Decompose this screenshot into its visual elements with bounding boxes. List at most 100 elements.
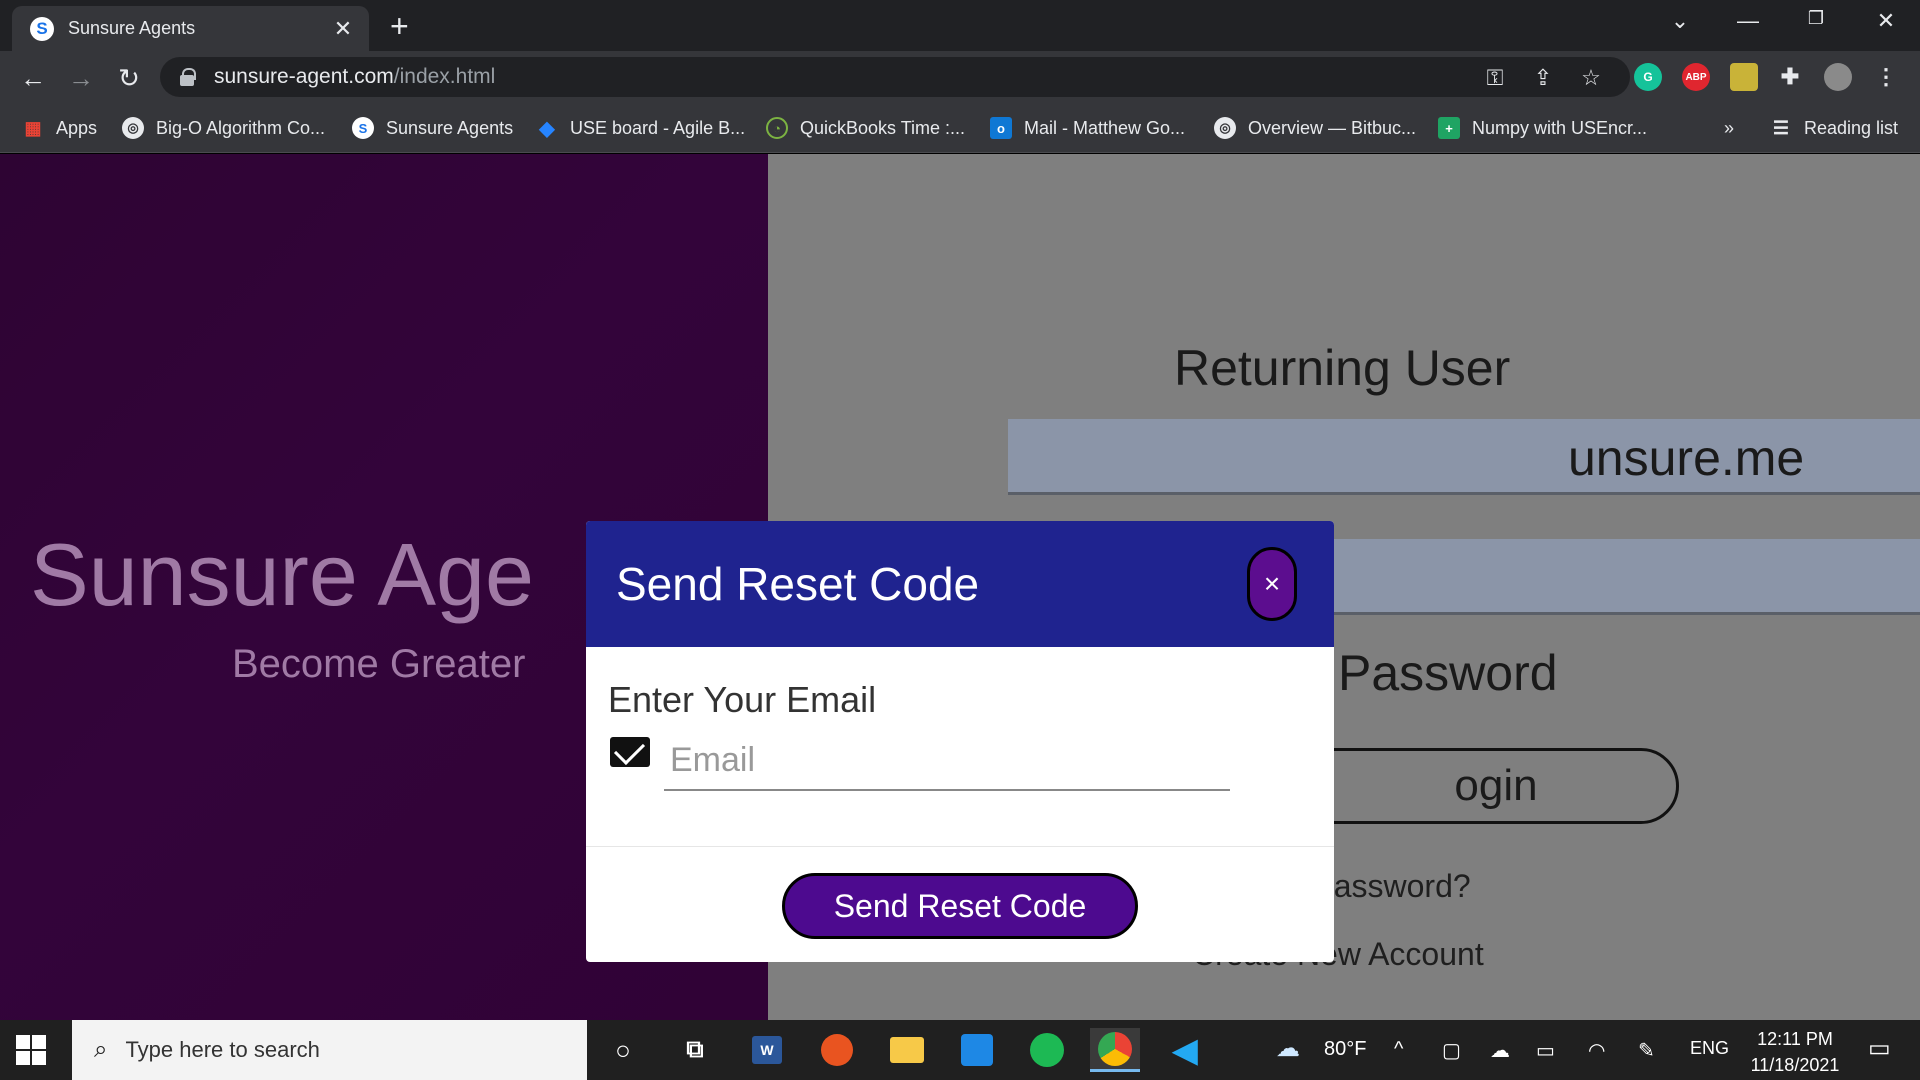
- browser-tab[interactable]: S Sunsure Agents ✕: [12, 6, 369, 51]
- extensions-puzzle-icon[interactable]: ✚: [1776, 63, 1804, 91]
- bookmark-label: QuickBooks Time :...: [800, 117, 966, 138]
- pen-icon[interactable]: ✎: [1638, 1038, 1655, 1063]
- lock-icon: [180, 68, 196, 86]
- vscode-app-icon[interactable]: ◀: [1160, 1028, 1210, 1072]
- chrome-app-icon[interactable]: [1090, 1028, 1140, 1072]
- bookmark-quickbooks[interactable]: ◔ QuickBooks Time :...: [766, 115, 965, 141]
- taskbar-search-box[interactable]: ⌕ Type here to search: [72, 1020, 587, 1080]
- wifi-icon[interactable]: ◠: [1588, 1038, 1605, 1063]
- outlook-icon: o: [990, 117, 1012, 139]
- tab-search-chevron-icon[interactable]: ⌄: [1660, 8, 1700, 34]
- file-explorer-icon[interactable]: [882, 1028, 932, 1072]
- forward-arrow-icon[interactable]: →: [64, 61, 98, 95]
- modal-close-button[interactable]: ×: [1247, 547, 1297, 621]
- reset-email-input[interactable]: [664, 731, 1230, 791]
- page-viewport: Sunsure Age Become Greater Returning Use…: [0, 154, 1920, 1020]
- bookmark-bitbucket[interactable]: ◎ Overview — Bitbuc...: [1214, 115, 1416, 141]
- clock-time: 12:11 PM: [1757, 1029, 1833, 1049]
- send-reset-code-label: Send Reset Code: [833, 887, 1087, 924]
- spotify-app-icon[interactable]: [1022, 1028, 1072, 1072]
- battery-icon[interactable]: ▭: [1536, 1038, 1555, 1063]
- bookmark-mail[interactable]: o Mail - Matthew Go...: [990, 115, 1185, 141]
- remember-password-label: Password: [1338, 645, 1558, 701]
- reload-icon[interactable]: ↻: [112, 61, 146, 95]
- reset-code-modal: Send Reset Code × Enter Your Email Send …: [586, 521, 1334, 962]
- grammarly-extension-icon[interactable]: G: [1634, 63, 1662, 91]
- close-icon: ×: [1263, 568, 1281, 599]
- onedrive-icon[interactable]: ☁: [1490, 1038, 1510, 1063]
- profile-avatar[interactable]: [1824, 63, 1852, 91]
- browser-toolbar: ← → ↻ sunsure-agent.com/index.html ⚿ ⇪ ☆…: [0, 51, 1920, 103]
- download-app-icon[interactable]: [952, 1028, 1002, 1072]
- share-icon[interactable]: ⇪: [1528, 65, 1558, 91]
- brand-tagline: Become Greater: [232, 642, 526, 686]
- ubuntu-app-icon[interactable]: [812, 1028, 862, 1072]
- key-icon[interactable]: ⚿: [1480, 65, 1510, 91]
- tray-overflow-chevron-icon[interactable]: ^: [1394, 1038, 1403, 1061]
- bookmark-label: Overview — Bitbuc...: [1248, 117, 1417, 138]
- bookmark-sunsure[interactable]: S Sunsure Agents: [352, 115, 513, 141]
- quickbooks-icon: ◔: [766, 117, 788, 139]
- bookmark-label: Big-O Algorithm Co...: [156, 117, 326, 138]
- system-clock[interactable]: 12:11 PM 11/18/2021: [1740, 1026, 1850, 1078]
- bookmark-label: Numpy with USEncr...: [1472, 117, 1648, 138]
- new-tab-plus-icon[interactable]: +: [390, 9, 409, 43]
- brand-title: Sunsure Age: [30, 525, 534, 624]
- notification-center-icon[interactable]: ▭: [1868, 1034, 1891, 1063]
- task-view-icon[interactable]: ⧉: [670, 1028, 720, 1072]
- login-title: Returning User: [1174, 340, 1511, 396]
- clock-date: 11/18/2021: [1750, 1055, 1840, 1075]
- bookmarks-overflow[interactable]: »: [1724, 115, 1734, 141]
- weather-temperature[interactable]: 80°F: [1324, 1038, 1366, 1061]
- bookmark-numpy[interactable]: + Numpy with USEncr...: [1438, 115, 1647, 141]
- bookmark-label: Sunsure Agents: [386, 117, 514, 138]
- bookmark-star-icon[interactable]: ☆: [1576, 65, 1606, 91]
- reading-list-icon: ☰: [1772, 117, 1790, 138]
- sunsure-icon: S: [352, 117, 374, 139]
- address-bar[interactable]: sunsure-agent.com/index.html ⚿ ⇪ ☆: [160, 57, 1630, 97]
- extension-icon[interactable]: [1730, 63, 1758, 91]
- apps-grid-icon: ▦: [24, 117, 42, 138]
- modal-divider: [586, 846, 1334, 847]
- tab-title: Sunsure Agents: [68, 18, 196, 38]
- login-email-input[interactable]: unsure.me: [1008, 419, 1920, 495]
- sunsure-favicon-icon: S: [30, 16, 54, 41]
- login-email-value: unsure.me: [1568, 430, 1805, 486]
- url-host: sunsure-agent.com: [214, 65, 394, 88]
- login-button-label: ogin: [1454, 761, 1538, 810]
- windows-start-icon[interactable]: [16, 1035, 46, 1065]
- modal-title: Send Reset Code: [616, 558, 980, 610]
- windows-taskbar: ⌕ Type here to search ○ ⧉ W ◀ ☁ 80°F ^ ▢…: [0, 1020, 1920, 1080]
- globe-icon: ◎: [1214, 117, 1236, 139]
- modal-header: Send Reset Code ×: [586, 521, 1334, 647]
- tab-close-icon[interactable]: ✕: [331, 16, 355, 42]
- search-icon: ⌕: [94, 1036, 108, 1063]
- meet-now-icon[interactable]: ▢: [1442, 1038, 1461, 1063]
- envelope-icon: [610, 737, 650, 767]
- adblock-extension-icon[interactable]: ABP: [1682, 63, 1710, 91]
- bookmark-big-o[interactable]: ◎ Big-O Algorithm Co...: [122, 115, 325, 141]
- bookmark-label: USE board - Agile B...: [570, 117, 746, 138]
- globe-icon: ◎: [122, 117, 144, 139]
- restore-icon[interactable]: ❐: [1796, 8, 1836, 29]
- language-indicator[interactable]: ENG: [1690, 1038, 1729, 1059]
- bookmark-use-board[interactable]: ◆ USE board - Agile B...: [536, 115, 745, 141]
- bookmark-apps[interactable]: ▦ Apps: [22, 115, 97, 141]
- word-app-icon[interactable]: W: [742, 1028, 792, 1072]
- back-arrow-icon[interactable]: ←: [16, 61, 50, 95]
- taskbar-search-placeholder: Type here to search: [125, 1037, 320, 1062]
- send-reset-code-button[interactable]: Send Reset Code: [782, 873, 1138, 939]
- browser-tab-strip: S Sunsure Agents ✕ + ⌄ — ❐ ✕: [0, 0, 1920, 51]
- url-path: /index.html: [393, 65, 496, 88]
- minimize-icon[interactable]: —: [1728, 8, 1768, 34]
- cortana-icon[interactable]: ○: [598, 1028, 648, 1072]
- menu-kebab-icon[interactable]: ⋮: [1872, 63, 1900, 91]
- bookmarks-bar: ▦ Apps ◎ Big-O Algorithm Co... S Sunsure…: [0, 103, 1920, 153]
- window-close-icon[interactable]: ✕: [1866, 8, 1906, 34]
- email-field-label: Enter Your Email: [608, 679, 877, 720]
- weather-cloud-icon[interactable]: ☁: [1276, 1034, 1300, 1063]
- reading-list[interactable]: ☰ Reading list: [1770, 115, 1898, 141]
- jira-icon: ◆: [539, 117, 555, 140]
- bookmark-label: Mail - Matthew Go...: [1024, 117, 1186, 138]
- reading-list-label: Reading list: [1804, 117, 1899, 138]
